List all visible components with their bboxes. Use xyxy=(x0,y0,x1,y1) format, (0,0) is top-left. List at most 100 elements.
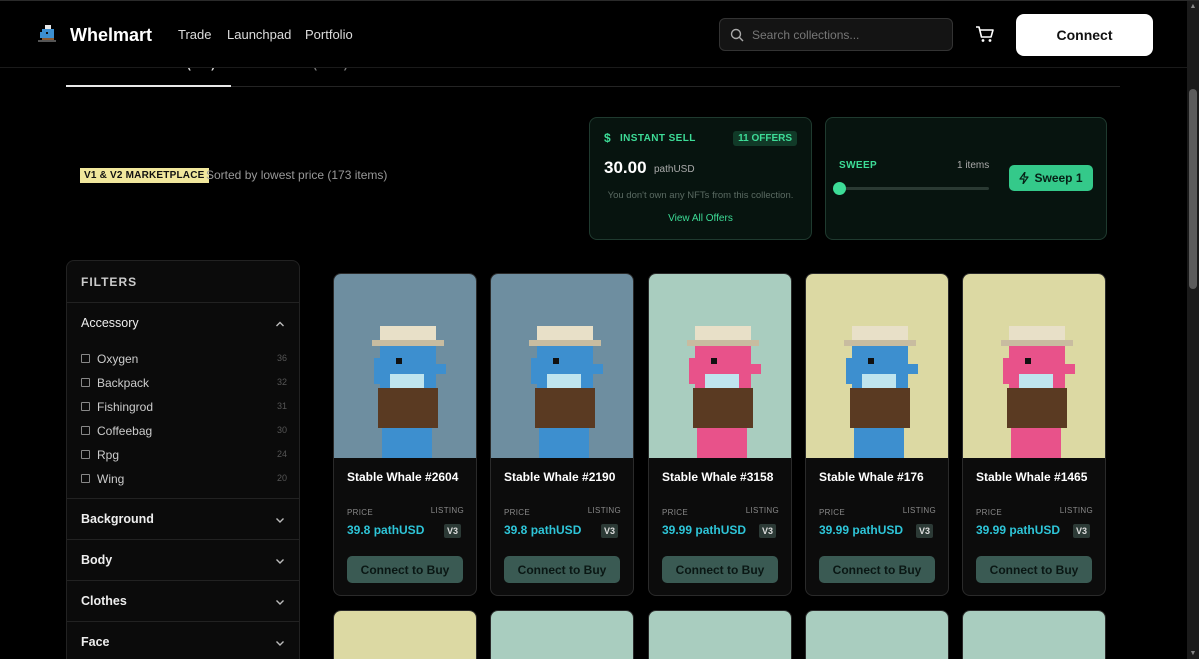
nft-image[interactable] xyxy=(334,611,476,659)
sweep-slider-track[interactable] xyxy=(839,187,989,190)
nft-name[interactable]: Stable Whale #176 xyxy=(819,470,924,484)
sweep-panel: SWEEP 1 items Sweep 1 xyxy=(825,117,1107,240)
filter-category-face[interactable]: Face xyxy=(67,621,299,659)
nft-image[interactable] xyxy=(649,274,791,458)
filter-option-count: 24 xyxy=(276,449,287,459)
scroll-down-icon[interactable]: ▼ xyxy=(1189,650,1197,658)
nft-card[interactable] xyxy=(962,610,1106,659)
nft-price: 39.99 pathUSD xyxy=(819,523,904,537)
price-label: PRICE xyxy=(504,508,530,517)
nft-image[interactable] xyxy=(963,611,1105,659)
dollar-icon: $ xyxy=(604,131,611,145)
offers-count-badge: 11 OFFERS xyxy=(733,131,797,146)
filter-option-label: Rpg xyxy=(97,448,120,462)
checkbox[interactable] xyxy=(81,378,90,387)
nft-name[interactable]: Stable Whale #2604 xyxy=(347,470,458,484)
filter-category-body[interactable]: Body xyxy=(67,539,299,580)
chevron-down-icon xyxy=(275,597,285,607)
whale-logo-icon[interactable] xyxy=(36,23,58,45)
nft-card[interactable]: Stable Whale #2190 PRICE LISTING 39.8 pathU… xyxy=(490,273,634,596)
version-badge: V3 xyxy=(1072,524,1090,538)
nft-image[interactable] xyxy=(963,274,1105,458)
nft-image[interactable] xyxy=(649,611,791,659)
filter-option-label: Fishingrod xyxy=(97,400,154,414)
filter-option-backpack[interactable]: Backpack 32 xyxy=(81,375,287,391)
connect-wallet-button[interactable]: Connect xyxy=(1016,14,1153,56)
nft-card[interactable]: Stable Whale #1465 PRICE LISTING 39.99 path… xyxy=(962,273,1106,596)
nft-name[interactable]: Stable Whale #3158 xyxy=(662,470,773,484)
divider xyxy=(67,302,299,303)
filter-option-rpg[interactable]: Rpg 24 xyxy=(81,447,287,463)
nft-price: 39.8 pathUSD xyxy=(347,523,425,537)
checkbox[interactable] xyxy=(81,426,90,435)
filter-category-accessory[interactable]: Accessory xyxy=(81,316,139,330)
checkbox[interactable] xyxy=(81,474,90,483)
sweep-button[interactable]: Sweep 1 xyxy=(1009,165,1093,191)
filters-title: FILTERS xyxy=(81,275,138,289)
connect-to-buy-button[interactable]: Connect to Buy xyxy=(976,556,1092,583)
nft-image[interactable] xyxy=(806,274,948,458)
checkbox[interactable] xyxy=(81,402,90,411)
filter-option-count: 32 xyxy=(276,377,287,387)
nft-name[interactable]: Stable Whale #2190 xyxy=(504,470,615,484)
nft-card[interactable]: Stable Whale #3158 PRICE LISTING 39.99 path… xyxy=(648,273,792,596)
sweep-button-label: Sweep 1 xyxy=(1034,171,1083,185)
scrollbar-thumb[interactable] xyxy=(1189,89,1197,289)
nft-card[interactable]: Stable Whale #2604 PRICE LISTING 39.8 pathU… xyxy=(333,273,477,596)
nav-trade[interactable]: Trade xyxy=(178,27,211,42)
nft-card[interactable] xyxy=(333,610,477,659)
nft-name[interactable]: Stable Whale #1465 xyxy=(976,470,1087,484)
filter-option-count: 31 xyxy=(276,401,287,411)
version-badge: V3 xyxy=(443,524,461,538)
listing-label: LISTING xyxy=(587,506,621,515)
nft-image[interactable] xyxy=(491,274,633,458)
checkbox[interactable] xyxy=(81,450,90,459)
sweep-slider-handle[interactable] xyxy=(833,182,846,195)
view-all-offers-link[interactable]: View All Offers xyxy=(590,213,811,224)
filter-category-label: Background xyxy=(81,512,154,526)
filter-option-count: 30 xyxy=(276,425,287,435)
filter-option-coffeebag[interactable]: Coffeebag 30 xyxy=(81,423,287,439)
connect-to-buy-button[interactable]: Connect to Buy xyxy=(662,556,778,583)
app-window: { "header": { "brand": "Whelmart", "nav"… xyxy=(0,0,1199,659)
price-label: PRICE xyxy=(819,508,845,517)
filter-category-label: Body xyxy=(81,553,113,567)
filter-option-label: Wing xyxy=(97,472,125,486)
filter-category-background[interactable]: Background xyxy=(67,498,299,539)
nft-card[interactable] xyxy=(648,610,792,659)
nft-card[interactable] xyxy=(490,610,634,659)
connect-to-buy-button[interactable]: Connect to Buy xyxy=(504,556,620,583)
cart-icon[interactable] xyxy=(975,25,995,43)
nft-card[interactable] xyxy=(805,610,949,659)
filter-category-clothes[interactable]: Clothes xyxy=(67,580,299,621)
nft-price: 39.8 pathUSD xyxy=(504,523,582,537)
filter-option-count: 20 xyxy=(276,473,287,483)
scroll-up-icon[interactable]: ▲ xyxy=(1189,3,1197,11)
nft-image[interactable] xyxy=(334,274,476,458)
filter-option-oxygen[interactable]: Oxygen 36 xyxy=(81,351,287,367)
brand-name[interactable]: Whelmart xyxy=(70,25,152,46)
nav-launchpad[interactable]: Launchpad xyxy=(227,27,291,42)
version-badge: V3 xyxy=(915,524,933,538)
connect-to-buy-button[interactable]: Connect to Buy xyxy=(347,556,463,583)
listing-label: LISTING xyxy=(902,506,936,515)
marketplace-badge: V1 & V2 MARKETPLACE xyxy=(80,168,209,183)
filter-option-wing[interactable]: Wing 20 xyxy=(81,471,287,487)
nft-image[interactable] xyxy=(806,611,948,659)
nft-price: 39.99 pathUSD xyxy=(976,523,1061,537)
nft-card[interactable]: Stable Whale #176 PRICE LISTING 39.99 pathU… xyxy=(805,273,949,596)
connect-to-buy-button[interactable]: Connect to Buy xyxy=(819,556,935,583)
chevron-up-icon[interactable] xyxy=(275,319,285,329)
nft-image[interactable] xyxy=(491,611,633,659)
search-input[interactable] xyxy=(752,25,942,45)
filter-option-fishingrod[interactable]: Fishingrod 31 xyxy=(81,399,287,415)
checkbox[interactable] xyxy=(81,354,90,363)
listing-label: LISTING xyxy=(430,506,464,515)
chevron-down-icon xyxy=(275,638,285,648)
nav-portfolio[interactable]: Portfolio xyxy=(305,27,353,42)
page-scrollbar[interactable]: ▲ ▼ xyxy=(1187,1,1199,659)
instant-sell-panel: $ INSTANT SELL 11 OFFERS 30.00 pathUSD Y… xyxy=(589,117,812,240)
price-label: PRICE xyxy=(662,508,688,517)
price-label: PRICE xyxy=(347,508,373,517)
chevron-down-icon xyxy=(275,515,285,525)
